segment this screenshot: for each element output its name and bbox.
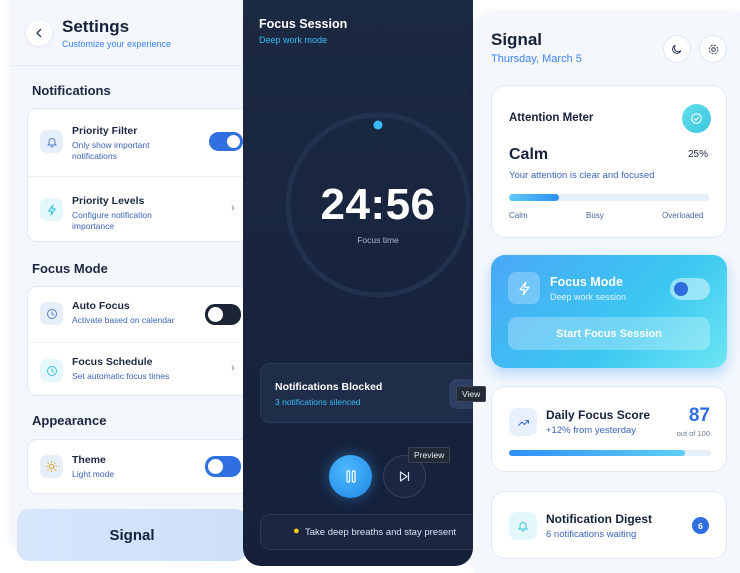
auto-focus-title: Auto Focus (72, 300, 130, 312)
trend-up-icon (509, 408, 537, 436)
section-appearance: Appearance (32, 413, 107, 428)
skip-next-icon (399, 471, 410, 482)
signal-title: Signal (491, 30, 543, 49)
clock-icon (40, 359, 63, 382)
pause-button[interactable] (329, 455, 372, 498)
daily-score-title: Daily Focus Score (546, 408, 651, 422)
scale-overloaded: Overloaded (662, 211, 704, 220)
timer-progress-dot[interactable] (373, 120, 383, 130)
tip-text: Take deep breaths and stay present (305, 526, 457, 538)
row-theme[interactable]: Theme Light mode (28, 440, 248, 493)
chevron-right-icon: › (231, 202, 235, 214)
theme-title: Theme (72, 454, 106, 466)
row-priority-levels[interactable]: Priority Levels Configure notification i… (28, 176, 248, 241)
attention-percent: 25% (688, 149, 709, 160)
gear-icon (708, 44, 718, 54)
attention-meter-title: Attention Meter (509, 112, 594, 124)
auto-focus-toggle[interactable] (205, 304, 241, 325)
blocked-title: Notifications Blocked (275, 381, 383, 393)
focus-mode-title: Focus Mode (550, 275, 623, 289)
focus-mode-subtitle: Deep work session (550, 292, 627, 302)
clock-icon (40, 302, 63, 325)
check-icon (682, 104, 711, 133)
screen: Settings Customize your experience Notif… (0, 0, 740, 573)
timer-ring (285, 112, 471, 298)
bell-icon (509, 512, 537, 540)
timer-display: 24:56 (320, 180, 436, 229)
focus-mode-card: Focus Mode Deep work session Start Focus… (491, 255, 727, 368)
section-notifications: Notifications (32, 83, 111, 98)
back-button[interactable] (26, 19, 52, 46)
focus-mode-card: Auto Focus Activate based on calendar Fo… (27, 286, 248, 396)
notifications-card: Priority Filter Only show important noti… (27, 108, 248, 242)
chevron-right-icon: › (231, 362, 235, 374)
toggle-knob (208, 307, 223, 322)
daily-score-bar (509, 450, 711, 456)
scale-busy: Busy (586, 211, 604, 220)
focus-mode-toggle[interactable] (670, 278, 710, 300)
digest-title: Notification Digest (546, 512, 653, 526)
priority-filter-toggle[interactable] (209, 132, 243, 151)
focus-schedule-desc: Set automatic focus times (72, 371, 170, 381)
attention-meter-bar (509, 194, 709, 201)
blocked-subtitle: 3 notifications silenced (275, 397, 361, 407)
toggle-knob (674, 282, 688, 296)
toggle-knob (227, 135, 240, 148)
back-chevron-icon (36, 28, 42, 37)
attention-meter-fill (509, 194, 559, 201)
start-focus-session-button[interactable]: Start Focus Session (508, 317, 710, 350)
daily-score-out-of: out of 100 (676, 429, 710, 438)
auto-focus-desc: Activate based on calendar (72, 315, 175, 325)
settings-panel: Settings Customize your experience Notif… (10, 0, 248, 552)
moon-icon (672, 44, 682, 54)
scale-calm: Calm (509, 211, 528, 220)
daily-score-value: 87 (688, 405, 710, 426)
theme-desc: Light mode (72, 469, 115, 479)
appearance-card: Theme Light mode (27, 439, 248, 494)
settings-header: Settings Customize your experience (10, 0, 248, 66)
priority-filter-desc-2: notifications (72, 151, 117, 161)
settings-button[interactable] (699, 35, 727, 63)
dark-mode-button[interactable] (663, 35, 691, 63)
signal-button[interactable]: Signal (17, 509, 247, 561)
priority-filter-title: Priority Filter (72, 125, 138, 137)
lightning-icon (40, 198, 63, 221)
daily-focus-score-card: Daily Focus Score +12% from yesterday 87… (491, 386, 727, 472)
tip-bar: ● Take deep breaths and stay present (260, 514, 473, 550)
priority-filter-desc-1: Only show important (72, 140, 150, 150)
lightning-icon (508, 272, 540, 304)
lightbulb-icon: ● (293, 525, 300, 537)
digest-subtitle: 6 notifications waiting (546, 529, 637, 540)
priority-levels-desc-2: importance (72, 221, 115, 231)
attention-state: Calm (509, 146, 549, 163)
focus-session-panel: Focus Session Deep work mode 24:56 Focus… (243, 0, 473, 566)
settings-subtitle: Customize your experience (62, 38, 172, 49)
bell-icon (40, 130, 63, 153)
focus-schedule-title: Focus Schedule (72, 356, 153, 368)
digest-count-badge: 6 (692, 517, 709, 534)
attention-meter-card: Attention Meter Calm 25% Your attention … (491, 85, 727, 238)
view-tooltip: View (456, 386, 487, 402)
notification-digest-card[interactable]: Notification Digest 6 notifications wait… (491, 491, 727, 559)
row-focus-schedule[interactable]: Focus Schedule Set automatic focus times… (28, 342, 248, 395)
pause-icon (345, 470, 356, 483)
sun-icon (40, 455, 63, 478)
priority-levels-desc-1: Configure notification (72, 210, 152, 220)
priority-levels-title: Priority Levels (72, 195, 145, 207)
daily-score-subtitle: +12% from yesterday (546, 425, 637, 436)
daily-score-fill (509, 450, 685, 456)
toggle-knob (208, 459, 223, 474)
attention-description: Your attention is clear and focused (509, 170, 655, 181)
theme-toggle[interactable] (205, 456, 241, 477)
signal-date: Thursday, March 5 (491, 53, 582, 65)
section-focus-mode: Focus Mode (32, 261, 108, 276)
settings-title: Settings (62, 16, 130, 36)
preview-tooltip: Preview (408, 447, 451, 463)
notifications-blocked-card: Notifications Blocked 3 notifications si… (260, 363, 473, 423)
signal-panel: Signal Thursday, March 5 Attention Meter… (475, 12, 740, 573)
row-priority-filter[interactable]: Priority Filter Only show important noti… (28, 109, 248, 176)
row-auto-focus[interactable]: Auto Focus Activate based on calendar (28, 287, 248, 342)
timer-label: Focus time (357, 235, 399, 245)
